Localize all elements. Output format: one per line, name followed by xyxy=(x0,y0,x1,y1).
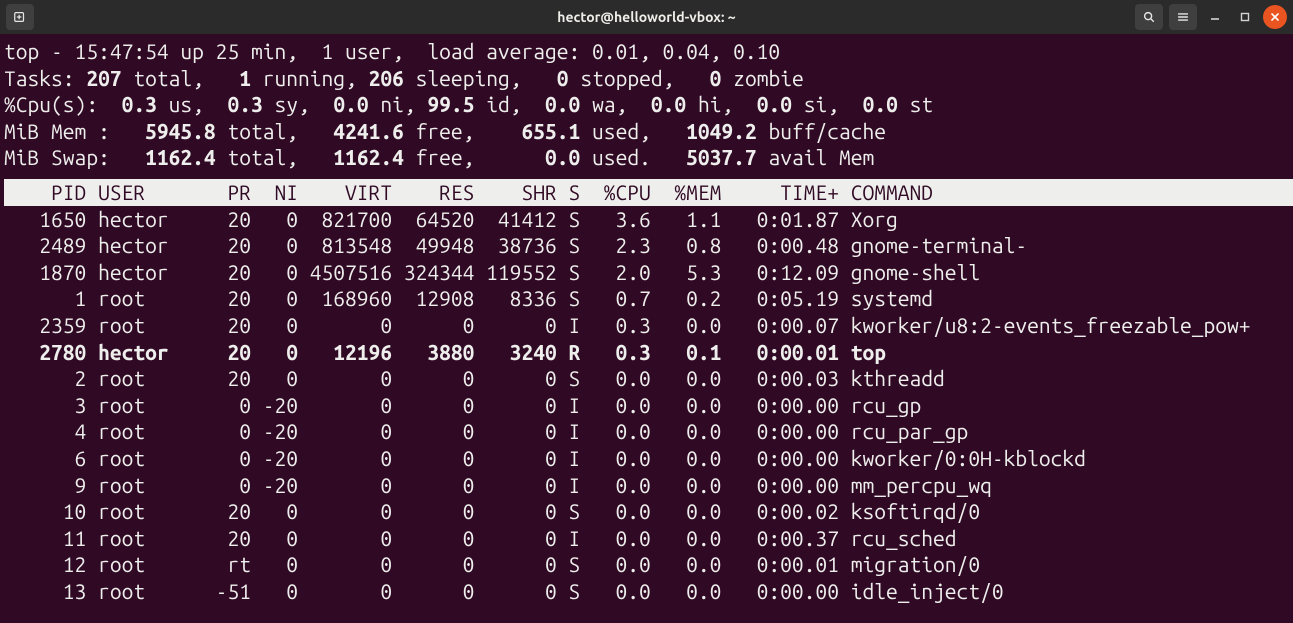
close-button[interactable] xyxy=(1263,5,1287,29)
terminal-content[interactable]: top - 15:47:54 up 25 min, 1 user, load a… xyxy=(0,34,1293,623)
process-header: PID USER PR NI VIRT RES SHR S %CPU %MEM … xyxy=(4,179,1293,206)
search-button[interactable] xyxy=(1135,4,1163,30)
minimize-button[interactable] xyxy=(1203,5,1227,29)
maximize-button[interactable] xyxy=(1233,5,1257,29)
new-tab-button[interactable] xyxy=(6,4,34,30)
terminal-window: hector@helloworld-vbox: ~ xyxy=(0,0,1293,623)
menu-button[interactable] xyxy=(1169,4,1197,30)
window-title: hector@helloworld-vbox: ~ xyxy=(0,9,1293,25)
top-summary: top - 15:47:54 up 25 min, 1 user, load a… xyxy=(4,38,1293,171)
titlebar: hector@helloworld-vbox: ~ xyxy=(0,0,1293,34)
process-list: 1650 hector 20 0 821700 64520 41412 S 3.… xyxy=(4,206,1293,605)
